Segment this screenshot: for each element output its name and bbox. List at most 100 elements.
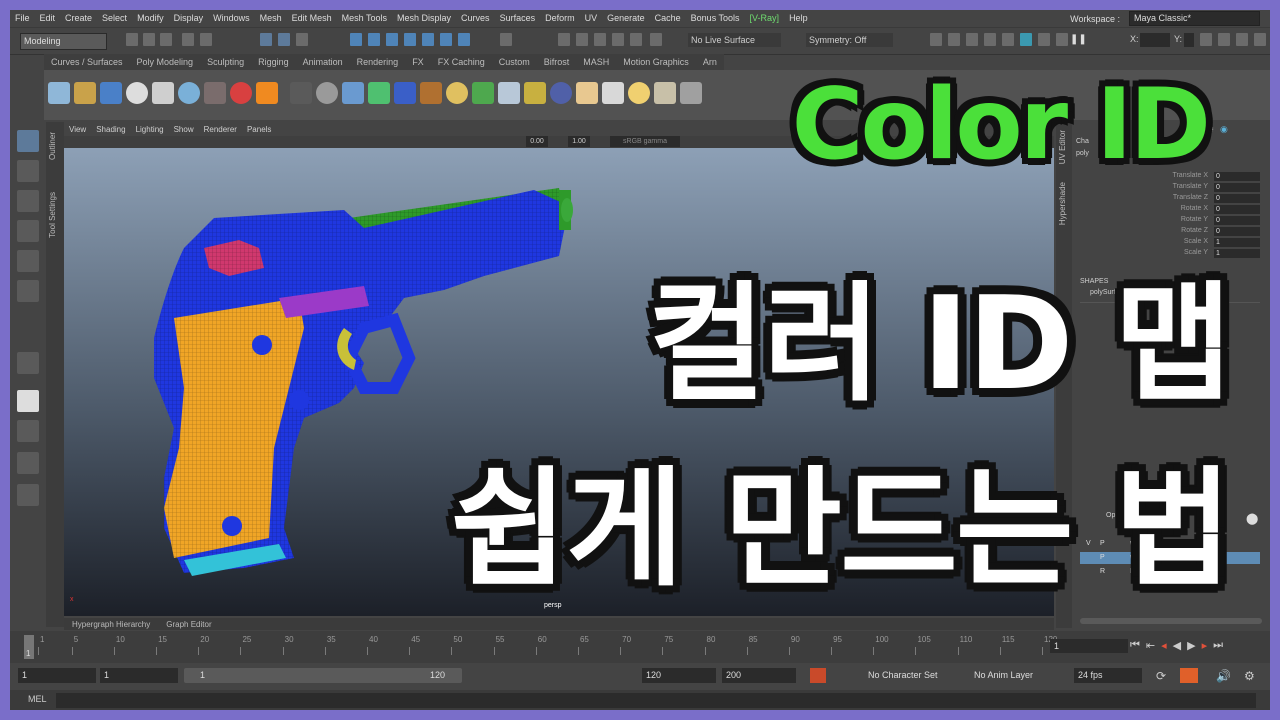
paint-select-icon[interactable]	[17, 190, 39, 212]
fps-dropdown[interactable]: 24 fps	[1074, 668, 1142, 683]
shelf-dome-icon[interactable]	[576, 82, 598, 104]
auto-key-icon[interactable]	[810, 668, 826, 683]
end-time-field[interactable]: 200	[722, 668, 796, 683]
menu-bonus-tools[interactable]: Bonus Tools	[686, 13, 745, 23]
current-frame-field[interactable]: 1	[1050, 639, 1128, 653]
live-surface-field[interactable]: No Live Surface	[688, 33, 781, 47]
gamma-field[interactable]: 1.00	[568, 136, 590, 147]
menu-mesh-tools[interactable]: Mesh Tools	[337, 13, 392, 23]
range-slider[interactable]: 1 120	[184, 668, 462, 683]
snap-point-icon[interactable]	[386, 33, 398, 46]
shelf-spotlight-icon[interactable]	[654, 82, 676, 104]
pause-icon[interactable]: ❚❚	[1070, 33, 1087, 46]
attr-translate-y-field[interactable]: 0	[1214, 183, 1260, 192]
vray-ipr-icon[interactable]	[1056, 33, 1068, 46]
ipr-render-icon[interactable]	[948, 33, 960, 46]
menu-mesh[interactable]: Mesh	[255, 13, 287, 23]
select-tool-icon[interactable]	[17, 130, 39, 152]
anim-prefs-icon[interactable]: ⚙	[1244, 669, 1255, 683]
shelf-tab-bifrost[interactable]: Bifrost	[537, 57, 577, 67]
tab-graph-editor[interactable]: Graph Editor	[158, 620, 219, 629]
panel-menu-renderer[interactable]: Renderer	[199, 125, 242, 134]
mel-label[interactable]: MEL	[28, 694, 47, 704]
undo-icon[interactable]	[182, 33, 194, 46]
attribute-editor-icon[interactable]	[1218, 33, 1230, 46]
shelf-tab-arnold[interactable]: Arn	[696, 57, 724, 67]
render-settings-icon[interactable]	[966, 33, 978, 46]
shelf-grid-yellow-icon[interactable]	[74, 82, 96, 104]
go-to-end-icon[interactable]: ⏭	[1213, 639, 1223, 652]
menu-deform[interactable]: Deform	[540, 13, 580, 23]
magnet-icon-3[interactable]	[594, 33, 606, 46]
menu-create[interactable]: Create	[60, 13, 97, 23]
tab-hypergraph-hierarchy[interactable]: Hypergraph Hierarchy	[64, 620, 158, 629]
shelf-texture-icon[interactable]	[420, 82, 442, 104]
menu-display[interactable]: Display	[169, 13, 209, 23]
outliner-layout-icon[interactable]	[17, 484, 39, 506]
tool-settings-tab[interactable]: Tool Settings	[48, 192, 57, 238]
render-current-frame-icon[interactable]	[930, 33, 942, 46]
step-back-key-icon[interactable]: ⇤	[1146, 639, 1155, 652]
range-start-field[interactable]: 1	[100, 668, 178, 683]
layers-scrollbar[interactable]	[1080, 618, 1262, 624]
magnet-icon-6[interactable]	[650, 33, 662, 46]
x-coord-field[interactable]	[1140, 33, 1170, 47]
attr-rotate-z-field[interactable]: 0	[1214, 227, 1260, 236]
panel-menu-show[interactable]: Show	[169, 125, 199, 134]
magnet-icon-1[interactable]	[558, 33, 570, 46]
shelf-blue-sphere-icon[interactable]	[550, 82, 572, 104]
mel-input[interactable]	[56, 693, 1256, 708]
two-view-icon[interactable]	[17, 452, 39, 474]
shelf-tab-poly-modeling[interactable]: Poly Modeling	[130, 57, 201, 67]
last-tool-icon[interactable]	[17, 352, 39, 374]
shelf-tab-motion-graphics[interactable]: Motion Graphics	[616, 57, 696, 67]
open-scene-icon[interactable]	[143, 33, 155, 46]
step-forward-frame-icon[interactable]: ▸	[1202, 639, 1208, 652]
colorspace-dropdown[interactable]: sRGB gamma	[610, 136, 680, 147]
shelf-tab-curves-surfaces[interactable]: Curves / Surfaces	[44, 57, 130, 67]
menu-uv[interactable]: UV	[580, 13, 603, 23]
cache-playback-icon[interactable]	[1180, 668, 1198, 683]
shelf-sphere-icon[interactable]	[178, 82, 200, 104]
shelf-tab-sculpting[interactable]: Sculpting	[200, 57, 251, 67]
magnet-icon-4[interactable]	[612, 33, 624, 46]
loop-icon[interactable]: ⟳	[1156, 669, 1166, 683]
shelf-camera-icon[interactable]	[204, 82, 226, 104]
shelf-tab-animation[interactable]: Animation	[296, 57, 350, 67]
menu-generate[interactable]: Generate	[602, 13, 650, 23]
shelf-gear-icon[interactable]	[498, 82, 520, 104]
lock-icon[interactable]	[500, 33, 512, 46]
shelf-maya-logo-icon[interactable]	[126, 82, 148, 104]
menu-edit[interactable]: Edit	[35, 13, 61, 23]
character-set-dropdown[interactable]: No Character Set	[864, 668, 958, 683]
lasso-tool-icon[interactable]	[17, 160, 39, 182]
anim-layer-dropdown[interactable]: No Anim Layer	[970, 668, 1064, 683]
snap-help-icon[interactable]	[458, 33, 470, 46]
attr-rotate-y-field[interactable]: 0	[1214, 216, 1260, 225]
shelf-tab-custom[interactable]: Custom	[492, 57, 537, 67]
snap-view-plane-icon[interactable]	[404, 33, 416, 46]
shelf-grass-icon[interactable]	[472, 82, 494, 104]
shelf-script-icon[interactable]	[152, 82, 174, 104]
shelf-red-sphere-icon[interactable]	[230, 82, 252, 104]
start-time-field[interactable]: 1	[18, 668, 96, 683]
select-hierarchy-icon[interactable]	[260, 33, 272, 46]
shelf-disk-icon[interactable]	[316, 82, 338, 104]
menu-select[interactable]: Select	[97, 13, 132, 23]
scale-tool-icon[interactable]	[17, 280, 39, 302]
panel-menu-panels[interactable]: Panels	[242, 125, 276, 134]
menu-surfaces[interactable]: Surfaces	[495, 13, 541, 23]
exposure-field[interactable]: 0.00	[526, 136, 548, 147]
channelbox-globe-icon[interactable]: ◉	[1220, 124, 1228, 135]
shelf-funnel-icon[interactable]	[602, 82, 624, 104]
select-object-icon[interactable]	[278, 33, 290, 46]
new-scene-icon[interactable]	[126, 33, 138, 46]
time-slider[interactable]: 1 1 5 10 15 20 25 30 35 40 45 50 55 60 65 70 75 80 85 90 95…	[10, 631, 1270, 663]
attr-translate-x-field[interactable]: 0	[1214, 172, 1260, 181]
y-coord-field[interactable]	[1184, 33, 1194, 47]
hypershade-icon[interactable]	[1020, 33, 1032, 46]
panel-menu-view[interactable]: View	[64, 125, 91, 134]
symmetry-dropdown[interactable]: Symmetry: Off	[806, 33, 893, 47]
shelf-tab-rigging[interactable]: Rigging	[251, 57, 296, 67]
shelf-uv-icon[interactable]	[100, 82, 122, 104]
